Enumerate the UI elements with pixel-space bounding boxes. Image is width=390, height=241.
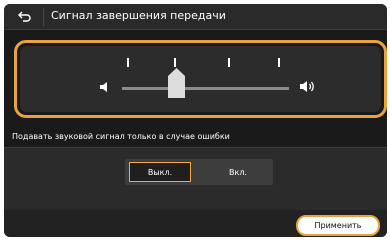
speaker-high-icon	[300, 81, 314, 92]
volume-thumb[interactable]	[168, 68, 185, 98]
volume-tick	[174, 58, 176, 67]
header-bar: Сигнал завершения передачи	[4, 4, 387, 30]
volume-tick	[228, 58, 230, 67]
back-button[interactable]	[9, 7, 39, 27]
back-arrow-icon	[17, 11, 31, 22]
volume-tick	[278, 58, 280, 67]
speaker-low-icon	[100, 82, 107, 92]
apply-button[interactable]: Применить	[296, 215, 380, 236]
page-title: Сигнал завершения передачи	[51, 9, 226, 22]
volume-track	[122, 87, 289, 90]
on-off-toggle: Выкл. Вкл.	[125, 159, 273, 185]
option-off-button[interactable]: Выкл.	[129, 162, 191, 182]
volume-slider[interactable]	[20, 46, 381, 112]
volume-tick	[127, 58, 129, 67]
error-only-description: Подавать звуковой сигнал только в случае…	[12, 132, 230, 141]
header-divider	[43, 8, 44, 26]
screen: Сигнал завершения передачи Подавать звук…	[4, 4, 387, 237]
option-on-button[interactable]: Вкл.	[207, 162, 269, 182]
volume-slider-panel	[14, 40, 387, 118]
